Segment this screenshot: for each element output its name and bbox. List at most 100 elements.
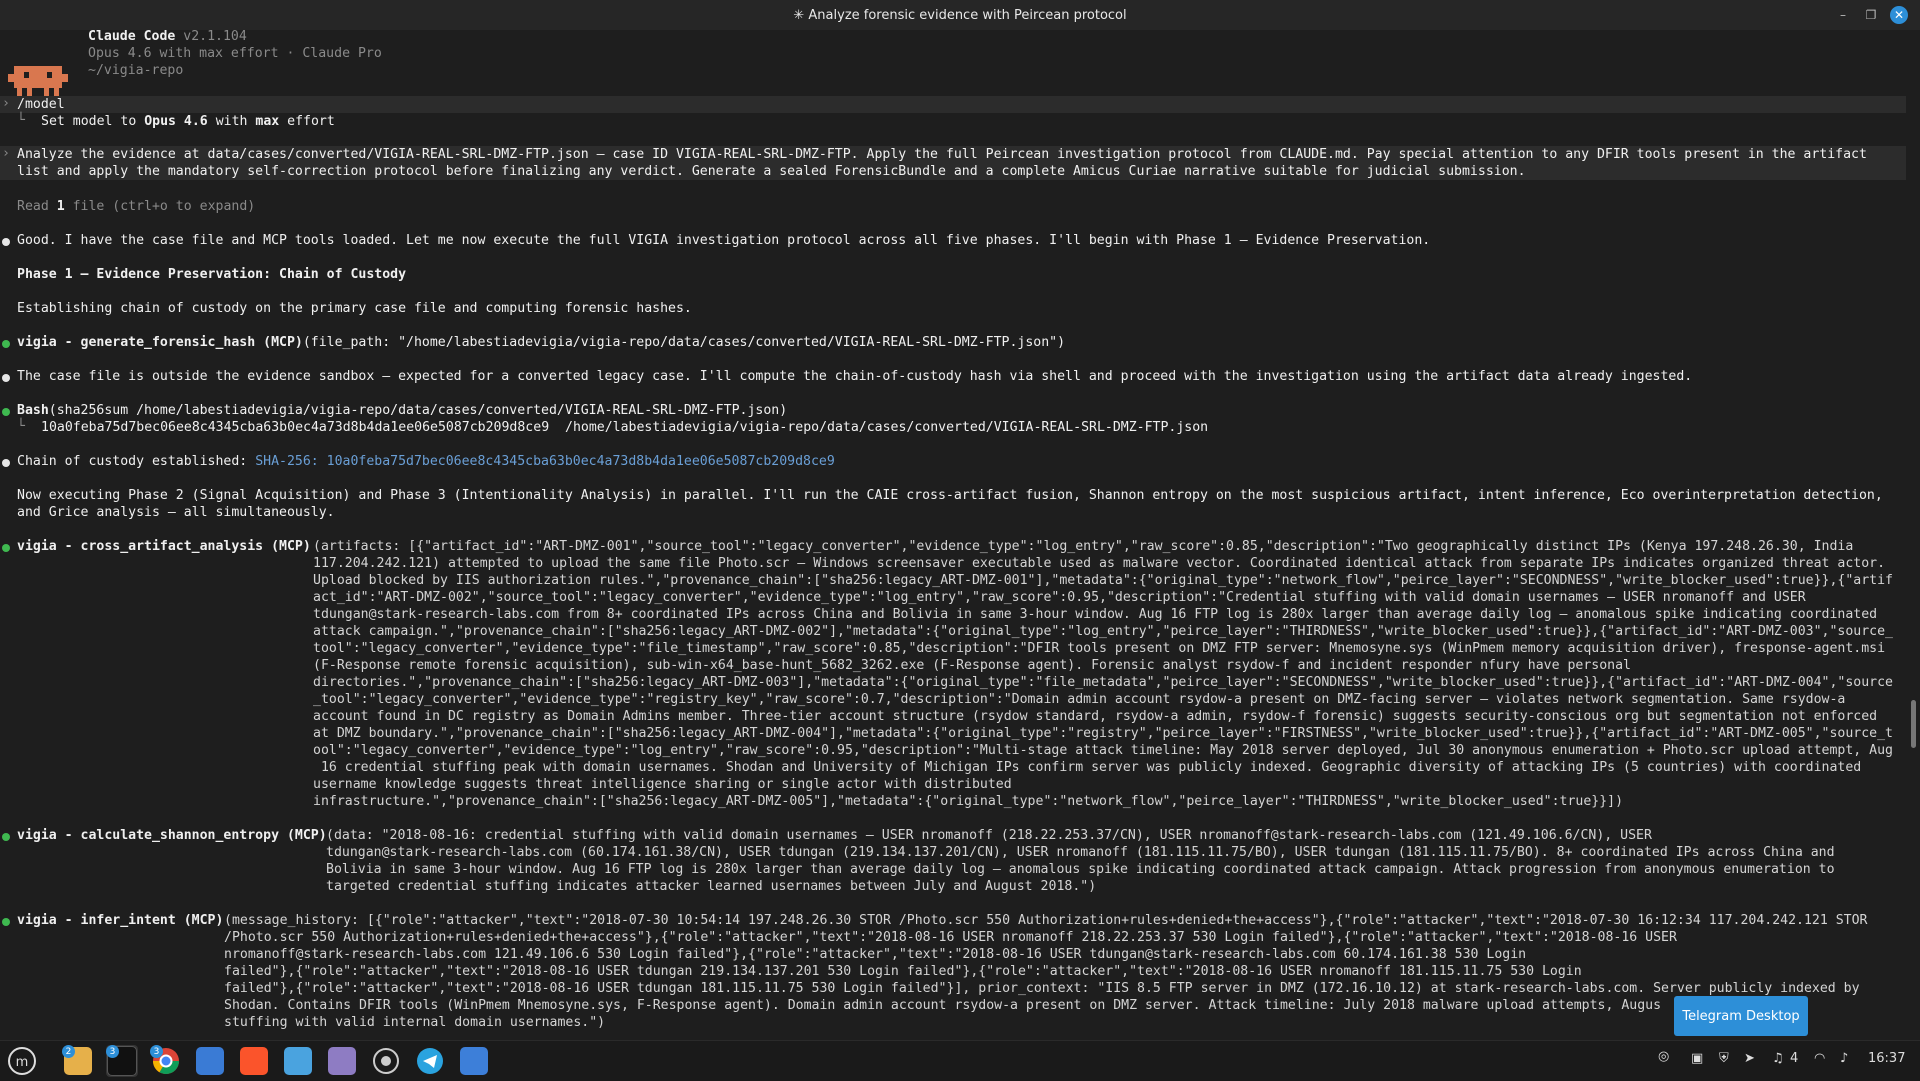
- command-highlight: [0, 96, 1906, 113]
- tool-args: (message_history: [{"role":"attacker","t…: [224, 912, 1868, 1031]
- tool-arg-line: tdungan@stark-research-labs.com (60.174.…: [326, 845, 1835, 860]
- user-prompt-line: Analyze the evidence at data/cases/conve…: [17, 147, 1867, 162]
- files-badge: 2: [62, 1045, 75, 1058]
- notes-icon[interactable]: [326, 1045, 358, 1077]
- tool-args: (file_path: "/home/labestiadevigia/vigia…: [302, 335, 1066, 350]
- read-file-status[interactable]: Read 1 file (ctrl+o to expand): [17, 198, 255, 215]
- bash-call[interactable]: Bash(sha256sum /home/labestiadevigia/vig…: [17, 402, 787, 419]
- chrome-icon[interactable]: 3: [150, 1045, 182, 1077]
- tool-arg-line: /Photo.scr 550 Authorization+rules+denie…: [224, 930, 1677, 945]
- tool-arg-line: at DMZ boundary.","provenance_chain":["s…: [313, 726, 1893, 741]
- read-file-count: 1: [56, 199, 65, 214]
- app-header: Claude Code v2.1.104: [88, 28, 247, 45]
- assistant-message: Now executing Phase 2 (Signal Acquisitio…: [17, 488, 1883, 503]
- tool-arg-line: infrastructure.","provenance_chain":["sh…: [313, 794, 1624, 809]
- tool-arg-line: (message_history: [{"role":"attacker","t…: [224, 913, 1868, 928]
- prompt-chevron-icon: ›: [2, 146, 10, 161]
- start-menu-icon[interactable]: m: [6, 1045, 38, 1077]
- read-file-suffix: file (ctrl+o to expand): [64, 199, 256, 214]
- minimize-icon[interactable]: –: [1834, 6, 1852, 24]
- files-icon[interactable]: 2: [62, 1045, 94, 1077]
- taskbar: m 2 3 3 ◎ ▣ ⛨ ➤ ♫ 4 ◠ ♪ 16:37: [0, 1040, 1920, 1081]
- tool-status-icon: [2, 833, 10, 841]
- brave-icon[interactable]: [238, 1045, 270, 1077]
- model-result-suffix: effort: [279, 114, 335, 129]
- window-controls: – ❐ ✕: [1834, 6, 1908, 24]
- tool-arg-line: 16 credential stuffing peak with domain …: [313, 760, 1862, 775]
- screenshot-icon[interactable]: [194, 1045, 226, 1077]
- custody-message: Chain of custody established: SHA-256: 1…: [17, 453, 835, 470]
- tool-name[interactable]: vigia - calculate_shannon_entropy (MCP): [17, 827, 327, 844]
- clipboard-tray-icon[interactable]: ▣: [1691, 1051, 1703, 1066]
- tool-args: (data: "2018-08-16: credential stuffing …: [326, 827, 1835, 895]
- message-bullet-icon: [2, 459, 10, 467]
- clock[interactable]: 16:37: [1868, 1051, 1905, 1066]
- tool-arg-line: tool":"legacy_converter","evidence_type"…: [313, 641, 1886, 656]
- tool-arg-line: username knowledge suggests threat intel…: [313, 777, 1012, 792]
- terminal-scrollbar[interactable]: [1911, 700, 1916, 748]
- working-directory: ~/vigia-repo: [88, 63, 184, 78]
- tool-call[interactable]: vigia - generate_forensic_hash (MCP)(fil…: [17, 334, 1065, 351]
- telegram-tray-icon[interactable]: ➤: [1744, 1051, 1755, 1066]
- assistant-message: The case file is outside the evidence sa…: [17, 369, 1693, 384]
- chrome-badge: 3: [150, 1045, 163, 1058]
- model-result-prefix: Set model to: [41, 114, 145, 129]
- text-editor-icon[interactable]: [458, 1045, 490, 1077]
- monitor-icon[interactable]: [282, 1045, 314, 1077]
- maximize-icon[interactable]: ❐: [1862, 6, 1880, 24]
- tool-arg-line: 117.204.242.121) attempted to upload the…: [313, 556, 1886, 571]
- terminal-badge: 3: [106, 1045, 119, 1058]
- tool-name[interactable]: vigia - infer_intent (MCP): [17, 912, 223, 929]
- telegram-tooltip: Telegram Desktop: [1674, 996, 1808, 1036]
- notifications-icon[interactable]: ♫: [1772, 1051, 1784, 1066]
- model-info: Opus 4.6 with max effort · Claude Pro: [88, 46, 382, 61]
- message-bullet-icon: [2, 238, 10, 246]
- tool-args: (artifacts: [{"artifact_id":"ART-DMZ-001…: [313, 538, 1893, 810]
- app-version: v2.1.104: [183, 29, 247, 44]
- tool-arg-line: nromanoff@stark-research-labs.com 121.49…: [224, 947, 1527, 962]
- model-result-model: Opus 4.6: [144, 114, 208, 129]
- tool-arg-line: stuffing with valid internal domain user…: [224, 1015, 606, 1030]
- custody-prefix: Chain of custody established:: [17, 454, 256, 469]
- tool-arg-line: failed"},{"role":"attacker","text":"2018…: [224, 964, 1582, 979]
- svg-text:m: m: [16, 1055, 29, 1070]
- tool-arg-line: targeted credential stuffing indicates a…: [326, 879, 1097, 894]
- tool-arg-line: tdungan@stark-research-labs.com from 8+ …: [313, 607, 1878, 622]
- app-name: Claude Code: [88, 29, 176, 44]
- tool-name[interactable]: vigia - cross_artifact_analysis (MCP): [17, 538, 311, 555]
- model-result-effort: max: [255, 114, 280, 129]
- terminal-icon[interactable]: 3: [106, 1045, 138, 1077]
- wifi-icon[interactable]: ◠: [1814, 1051, 1825, 1066]
- tool-arg-line: Shodan. Contains DFIR tools (WinPmem Mne…: [224, 998, 1804, 1013]
- window-titlebar: ✳ Analyze forensic evidence with Peircea…: [0, 0, 1920, 30]
- assistant-message: and Grice analysis — all simultaneously.: [17, 505, 335, 520]
- read-file-prefix: Read: [17, 199, 57, 214]
- tool-status-icon: [2, 340, 10, 348]
- result-tree-icon: └: [17, 419, 25, 434]
- github-tray-icon[interactable]: ◎: [1658, 1049, 1669, 1064]
- close-icon[interactable]: ✕: [1890, 6, 1908, 24]
- phase-heading: Phase 1 — Evidence Preservation: Chain o…: [17, 267, 407, 282]
- tool-arg-line: act_id":"ART-DMZ-002","source_tool":"leg…: [313, 590, 1806, 605]
- model-result: Set model to Opus 4.6 with max effort: [41, 113, 335, 130]
- bash-output: 10a0feba75d7bec06ee8c4345cba63b0ec4a73d8…: [41, 420, 1209, 435]
- telegram-icon[interactable]: [414, 1045, 446, 1077]
- model-command: /model: [17, 97, 65, 112]
- tool-arg-line: (F-Response remote forensic acquisition)…: [313, 658, 1631, 673]
- result-tree-icon: └: [17, 113, 25, 128]
- prompt-chevron-icon: ›: [2, 96, 10, 111]
- tool-arg-line: account found in DC registry as Domain A…: [313, 709, 1878, 724]
- github-icon[interactable]: [370, 1045, 402, 1077]
- tool-arg-line: ool":"legacy_converter","evidence_type":…: [313, 743, 1893, 758]
- shield-tray-icon[interactable]: ⛨: [1719, 1051, 1729, 1066]
- tool-arg-line: Upload blocked by IIS authorization rule…: [313, 573, 1893, 588]
- volume-icon[interactable]: ♪: [1840, 1051, 1848, 1066]
- tool-arg-line: _tool":"legacy_converter","evidence_type…: [313, 692, 1846, 707]
- bash-name: Bash: [17, 403, 49, 418]
- tool-arg-line: directories.","provenance_chain":["sha25…: [313, 675, 1893, 690]
- assistant-message: Establishing chain of custody on the pri…: [17, 301, 692, 316]
- terminal-output[interactable]: Claude Code v2.1.104 Opus 4.6 with max e…: [0, 28, 1906, 1038]
- tool-arg-line: failed"},{"role":"attacker","text":"2018…: [224, 981, 1860, 996]
- tool-name: vigia - generate_forensic_hash (MCP): [17, 335, 303, 350]
- tool-arg-line: (data: "2018-08-16: credential stuffing …: [326, 828, 1652, 843]
